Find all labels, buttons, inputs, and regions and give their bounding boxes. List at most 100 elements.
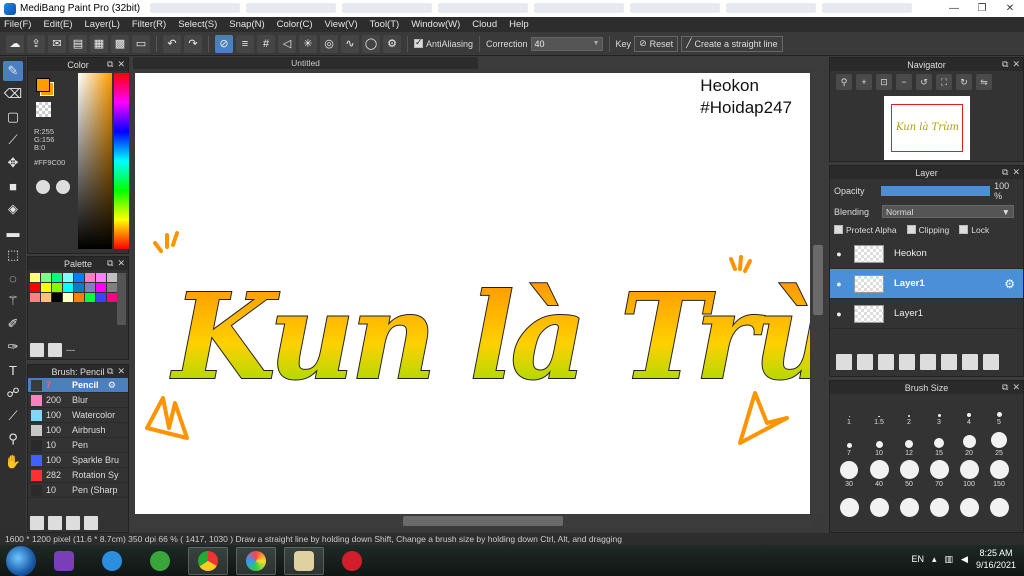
- protect-alpha-checkbox[interactable]: Protect Alpha: [834, 224, 897, 235]
- palette-swatch[interactable]: [41, 273, 51, 282]
- brush-size-option[interactable]: 4: [954, 397, 984, 426]
- settings-icon[interactable]: ⚙: [383, 34, 401, 53]
- delete-brush-icon[interactable]: [84, 516, 98, 530]
- menu-edit[interactable]: Edit(E): [43, 19, 72, 30]
- brush-size-option[interactable]: 30: [834, 459, 864, 488]
- eraser-tool-icon[interactable]: ⌫: [3, 84, 23, 104]
- brush-size-option[interactable]: 12: [894, 428, 924, 457]
- palette-swatch[interactable]: [74, 283, 84, 292]
- layer-row[interactable]: ● Heokon: [830, 239, 1023, 269]
- rotate-left-icon[interactable]: ↺: [916, 74, 932, 90]
- dot-tool-icon[interactable]: ⟋: [3, 130, 23, 150]
- select-eraser-tool-icon[interactable]: ✑: [3, 337, 23, 357]
- taskbar-internet-explorer[interactable]: [92, 547, 132, 575]
- brush-size-option[interactable]: 1.5: [864, 397, 894, 426]
- merge-layer-icon[interactable]: [962, 354, 978, 370]
- taskbar-medibang[interactable]: [236, 546, 276, 575]
- taskbar-pinterest[interactable]: [332, 547, 372, 575]
- eyedropper-tool-icon[interactable]: ⚲: [3, 429, 23, 449]
- volume-icon[interactable]: ◀: [961, 554, 968, 565]
- lasso-tool-icon[interactable]: ◌: [3, 268, 23, 288]
- duplicate-layer-icon[interactable]: [941, 354, 957, 370]
- brush-item[interactable]: 10 Pen (Sharp: [28, 483, 128, 498]
- redo-icon[interactable]: ↷: [184, 34, 202, 53]
- palette-swatch[interactable]: [107, 293, 117, 302]
- bucket-tool-icon[interactable]: ◈: [3, 199, 23, 219]
- opacity-slider[interactable]: [880, 186, 991, 196]
- brush-size-option[interactable]: [864, 490, 894, 519]
- brush-size-option[interactable]: 10: [864, 428, 894, 457]
- palette-swatch[interactable]: [41, 293, 51, 302]
- visibility-icon[interactable]: ●: [830, 309, 848, 319]
- close-icon[interactable]: ✕: [1012, 59, 1020, 70]
- menu-filter[interactable]: Filter(R): [132, 19, 166, 30]
- palette-swatch[interactable]: [107, 283, 117, 292]
- add-color-icon[interactable]: [30, 343, 44, 357]
- palette-swatch[interactable]: [96, 283, 106, 292]
- snap-off-icon[interactable]: ⊘: [215, 34, 233, 53]
- float-icon[interactable]: ⧉: [107, 366, 113, 377]
- fit-screen-icon[interactable]: ⛶: [936, 74, 952, 90]
- brush-size-option[interactable]: 15: [924, 428, 954, 457]
- magic-wand-tool-icon[interactable]: ⚚: [3, 291, 23, 311]
- palette-swatch[interactable]: [52, 273, 62, 282]
- brush-size-option[interactable]: 70: [924, 459, 954, 488]
- zoom-out-icon[interactable]: −: [896, 74, 912, 90]
- blending-dropdown[interactable]: Normal ▼: [882, 205, 1014, 218]
- menu-view[interactable]: View(V): [325, 19, 358, 30]
- circle-snap-icon[interactable]: ◯: [362, 34, 380, 53]
- comment-icon[interactable]: ✉: [48, 34, 66, 53]
- network-icon[interactable]: ▥: [945, 554, 954, 565]
- page-icon[interactable]: ▭: [132, 34, 150, 53]
- taskbar-coccoc[interactable]: [140, 547, 180, 575]
- brush-size-option[interactable]: 25: [984, 428, 1014, 457]
- foreground-color-swatch[interactable]: [36, 78, 50, 92]
- minimize-button[interactable]: —: [940, 0, 968, 17]
- palette-icon[interactable]: [36, 180, 50, 194]
- brush-size-option[interactable]: 50: [894, 459, 924, 488]
- new-8bit-layer-icon[interactable]: [878, 354, 894, 370]
- divide-tool-icon[interactable]: ⟋: [3, 406, 23, 426]
- correction-dropdown[interactable]: 40 ▼: [530, 36, 603, 51]
- radial-snap-icon[interactable]: ✳: [299, 34, 317, 53]
- hue-slider[interactable]: [114, 73, 129, 249]
- drawing-canvas[interactable]: Heokon #Hoidap247 Kun là Trùm: [135, 73, 810, 514]
- menu-layer[interactable]: Layer(L): [85, 19, 120, 30]
- menu-color[interactable]: Color(C): [277, 19, 313, 30]
- fit-icon[interactable]: ⊡: [876, 74, 892, 90]
- float-icon[interactable]: ⧉: [1002, 382, 1008, 393]
- transparent-color-swatch[interactable]: [36, 102, 51, 117]
- clock[interactable]: 8:25 AM 9/16/2021: [976, 547, 1016, 571]
- taskbar-paint[interactable]: [284, 546, 324, 575]
- layer-row[interactable]: ● Layer1 ⚙: [830, 269, 1023, 299]
- horizontal-scroll-thumb[interactable]: [403, 516, 563, 526]
- palette-swatch[interactable]: [41, 283, 51, 292]
- antialiasing-checkbox[interactable]: AntiAliasing: [414, 37, 473, 49]
- tray-up-arrow-icon[interactable]: ▴: [932, 554, 937, 565]
- rotate-right-icon[interactable]: ↻: [956, 74, 972, 90]
- concentric-snap-icon[interactable]: ◎: [320, 34, 338, 53]
- brush-item[interactable]: 282 Rotation Sy: [28, 468, 128, 483]
- brush-item[interactable]: 200 Blur: [28, 393, 128, 408]
- float-icon[interactable]: ⧉: [1002, 59, 1008, 70]
- select-rect-tool-icon[interactable]: ⬚: [3, 245, 23, 265]
- perspective-snap-icon[interactable]: ◁: [278, 34, 296, 53]
- palette-scrollbar[interactable]: [117, 273, 126, 325]
- lock-checkbox[interactable]: Lock: [959, 224, 989, 235]
- delete-color-icon[interactable]: [48, 343, 62, 357]
- restore-button[interactable]: ❐: [968, 0, 996, 17]
- close-icon[interactable]: ✕: [1012, 382, 1020, 393]
- grid-icon[interactable]: ▩: [111, 34, 129, 53]
- palette-swatch[interactable]: [63, 293, 73, 302]
- brush-item[interactable]: 100 Airbrush: [28, 423, 128, 438]
- float-icon[interactable]: ⧉: [1002, 167, 1008, 178]
- add-brush-icon[interactable]: [30, 516, 44, 530]
- palette-swatch[interactable]: [30, 283, 40, 292]
- menu-cloud[interactable]: Cloud: [472, 19, 497, 30]
- navigator-preview[interactable]: Kun là Trùm: [884, 96, 970, 160]
- brush-size-option[interactable]: [924, 490, 954, 519]
- palette-swatch[interactable]: [96, 273, 106, 282]
- brush-size-option[interactable]: 3: [924, 397, 954, 426]
- palette-swatch[interactable]: [30, 293, 40, 302]
- hand-tool-icon[interactable]: ✋: [3, 452, 23, 472]
